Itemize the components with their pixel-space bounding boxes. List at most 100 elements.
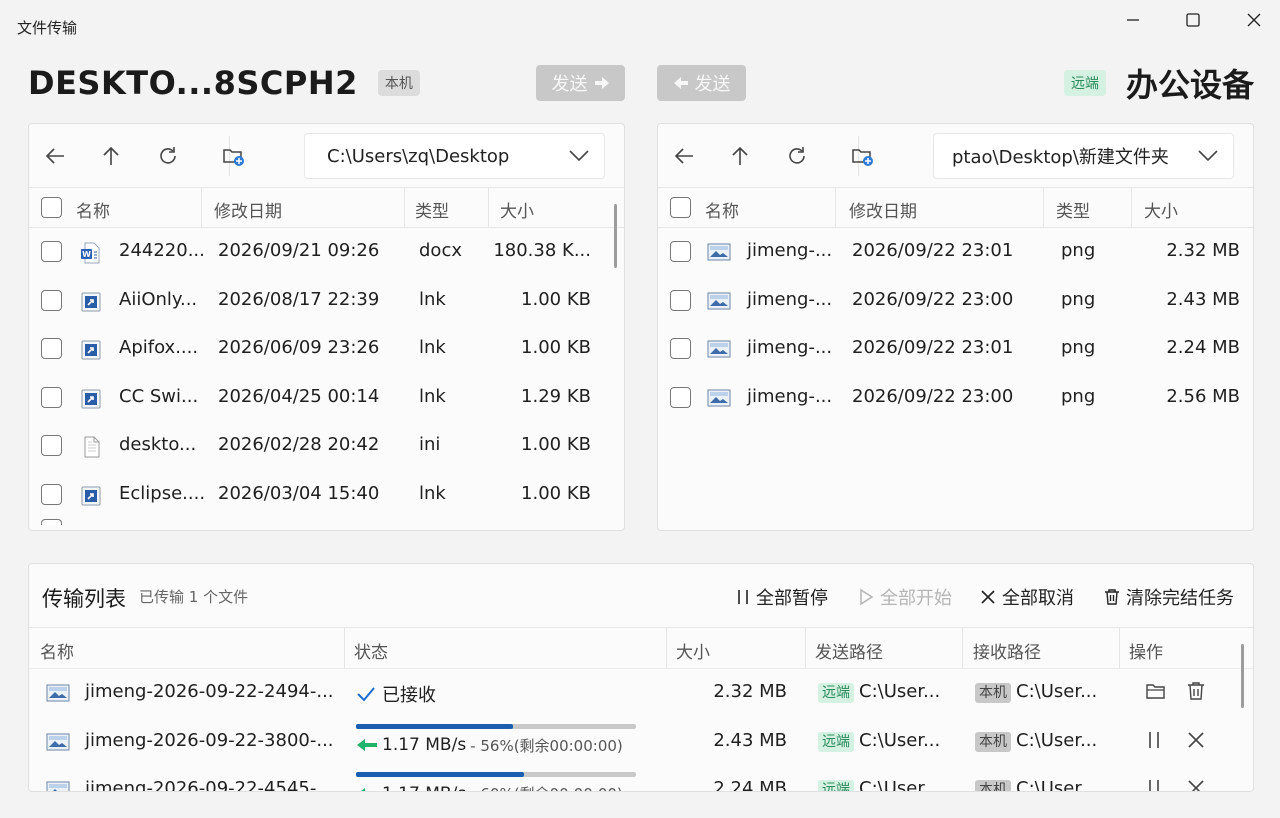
remote-tag: 远端 (818, 731, 854, 752)
transfer-scrollbar[interactable] (1241, 644, 1244, 708)
row-checkbox[interactable] (41, 338, 62, 359)
tcol-ops[interactable]: 操作 (1129, 638, 1163, 663)
progress-bar (356, 772, 636, 777)
local-scrollbar[interactable] (614, 204, 617, 268)
send-to-local-button[interactable]: 发送 (657, 65, 746, 101)
transfer-title: 传输列表 (42, 587, 126, 611)
file-row[interactable]: AiiOnly... 2026/08/17 22:39 lnk 1.00 KB (29, 277, 624, 326)
file-type: lnk (419, 482, 446, 504)
file-row[interactable]: jimeng-... 2026/09/22 23:01 png 2.32 MB (658, 228, 1253, 277)
trash-icon[interactable] (1187, 681, 1205, 706)
col-type[interactable]: 类型 (1056, 197, 1090, 222)
file-size: 180.38 K... (493, 240, 591, 261)
file-size: 2.43 MB (1166, 288, 1240, 310)
close-icon[interactable] (1188, 731, 1204, 753)
select-all-checkbox[interactable] (670, 197, 691, 218)
recv-path: 本机 C:\User... (975, 730, 1097, 752)
row-checkbox[interactable] (670, 386, 691, 408)
file-row[interactable]: Apifox.... 2026/06/09 23:26 lnk 1.00 KB (29, 325, 624, 374)
new-folder-icon[interactable] (222, 144, 246, 168)
col-name[interactable]: 名称 (76, 197, 110, 222)
send-path: 远端 C:\User... (818, 778, 940, 791)
open-folder-icon[interactable] (1146, 682, 1166, 705)
file-row[interactable]: CC Swi... 2026/04/25 00:14 lnk 1.29 KB (29, 374, 624, 423)
shortcut-icon (80, 485, 102, 507)
tcol-recv-path[interactable]: 接收路径 (973, 638, 1041, 663)
minimize-button[interactable] (1116, 8, 1150, 32)
file-row[interactable]: jimeng-... 2026/09/22 23:00 png 2.56 MB (658, 374, 1253, 423)
back-icon[interactable] (43, 144, 67, 168)
chevron-down-icon[interactable] (1183, 150, 1233, 162)
row-checkbox[interactable] (41, 386, 62, 408)
row-checkbox[interactable] (41, 435, 62, 456)
row-checkbox[interactable] (670, 338, 691, 359)
file-row[interactable]: jimeng-... 2026/09/22 23:00 png 2.43 MB (658, 277, 1253, 326)
select-all-checkbox[interactable] (41, 197, 62, 218)
file-row[interactable]: W 244220... 2026/09/21 09:26 docx 180.38 K..… (29, 228, 624, 277)
local-file-list: W 244220... 2026/09/21 09:26 docx 180.38 K..… (29, 228, 624, 529)
tcol-size[interactable]: 大小 (676, 638, 710, 663)
recv-path: 本机 C:\User... (975, 681, 1097, 703)
tcol-name[interactable]: 名称 (40, 638, 74, 663)
local-path-text: C:\Users\zq\Desktop (327, 145, 510, 167)
tcol-send-path[interactable]: 发送路径 (815, 638, 883, 663)
col-size[interactable]: 大小 (500, 197, 534, 222)
clear-done-button[interactable]: 清除完结任务 (1104, 584, 1234, 610)
file-modified: 2026/09/22 23:01 (852, 337, 1014, 358)
pause-icon (738, 590, 748, 604)
refresh-icon[interactable] (785, 144, 809, 168)
transfer-row[interactable]: jimeng-2026-09-22-4545-... 1.17 MB/s- 60%… (29, 766, 1253, 791)
file-type: png (1061, 240, 1096, 261)
cancel-all-button[interactable]: 全部取消 (980, 584, 1074, 610)
refresh-icon[interactable] (156, 144, 180, 168)
pause-all-button[interactable]: 全部暂停 (736, 584, 828, 610)
transfer-list-panel: 传输列表 已传输 1 个文件 全部暂停 全部开始 全部取消 清除完结任务 名称 … (28, 563, 1254, 792)
chevron-down-icon[interactable] (554, 150, 604, 162)
row-checkbox[interactable] (41, 241, 62, 262)
col-type[interactable]: 类型 (415, 197, 449, 222)
maximize-button[interactable] (1176, 8, 1210, 32)
file-row[interactable] (29, 519, 624, 529)
file-name: 244220... (119, 240, 205, 261)
row-checkbox[interactable] (670, 241, 691, 262)
status-done: 已接收 (356, 681, 436, 707)
file-modified: 2026/09/22 23:00 (852, 288, 1014, 310)
row-checkbox[interactable] (41, 289, 62, 311)
transfer-row[interactable]: jimeng-2026-09-22-2494-... 已接收 2.32 MB 远端 C:… (29, 669, 1253, 718)
remote-file-panel: ptao\Desktop\新建文件夹 名称 修改日期 类型 大小 jimeng-… (657, 123, 1254, 531)
file-size: 1.00 KB (521, 288, 591, 310)
send-path: 远端 C:\User... (818, 681, 940, 703)
tcol-status[interactable]: 状态 (354, 638, 388, 663)
progress-bar (356, 723, 636, 729)
close-button[interactable] (1237, 8, 1271, 32)
new-folder-icon[interactable] (851, 144, 875, 168)
transfer-size: 2.43 MB (713, 729, 787, 751)
start-all-button[interactable]: 全部开始 (858, 584, 952, 610)
image-icon (46, 780, 70, 791)
transfer-row[interactable]: jimeng-2026-09-22-3800-... 1.17 MB/s - 56%… (29, 718, 1253, 767)
file-row[interactable]: deskto... 2026/02/28 20:42 ini 1.00 KB (29, 422, 624, 471)
up-icon[interactable] (728, 144, 752, 168)
title-bar: 文件传输 (0, 0, 1280, 48)
col-size[interactable]: 大小 (1144, 197, 1178, 222)
file-row[interactable]: Eclipse.... 2026/03/04 15:40 lnk 1.00 KB (29, 471, 624, 520)
up-icon[interactable] (99, 144, 123, 168)
image-icon (46, 732, 70, 757)
col-name[interactable]: 名称 (705, 197, 739, 222)
row-checkbox[interactable] (670, 289, 691, 311)
remote-column-header: 名称 修改日期 类型 大小 (658, 188, 1253, 228)
col-modified[interactable]: 修改日期 (214, 197, 282, 222)
file-row[interactable]: jimeng-... 2026/09/22 23:01 png 2.24 MB (658, 325, 1253, 374)
close-icon[interactable] (1188, 780, 1204, 791)
local-path-selector[interactable]: C:\Users\zq\Desktop (304, 133, 605, 179)
pause-icon[interactable] (1147, 778, 1161, 791)
send-to-remote-button[interactable]: 发送 (536, 65, 625, 101)
row-checkbox[interactable] (41, 483, 62, 505)
pause-icon[interactable] (1147, 730, 1161, 755)
image-icon (707, 339, 731, 361)
col-modified[interactable]: 修改日期 (849, 197, 917, 222)
row-checkbox[interactable] (41, 519, 62, 525)
back-icon[interactable] (672, 144, 696, 168)
file-type: lnk (419, 385, 446, 407)
remote-path-selector[interactable]: ptao\Desktop\新建文件夹 (933, 133, 1234, 179)
